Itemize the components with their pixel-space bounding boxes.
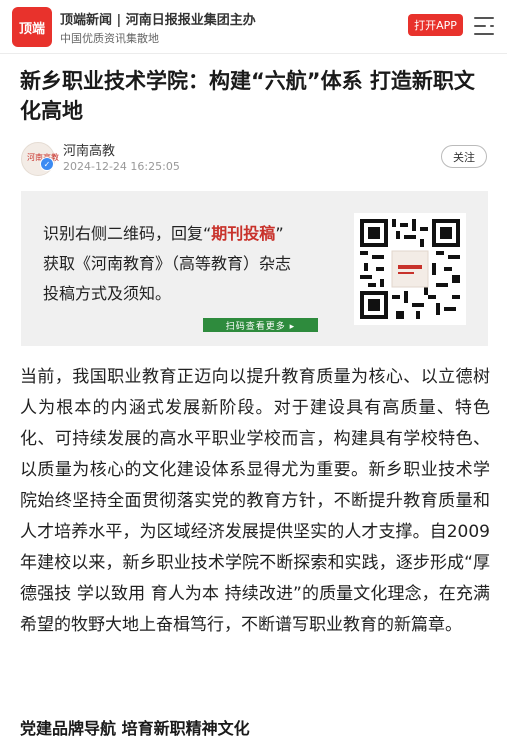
open-app-button[interactable]: 打开APP — [408, 14, 463, 36]
menu-icon[interactable] — [474, 17, 494, 35]
verified-badge-icon: ✓ — [40, 157, 54, 171]
top-header: 顶端 顶端新闻 | 河南日报报业集团主办 中国优质资讯集散地 打开APP — [0, 0, 507, 54]
section-heading: 党建品牌导航 培育新职精神文化 — [20, 719, 250, 738]
app-logo[interactable]: 顶端 — [12, 7, 52, 47]
logo-text: 顶端 — [18, 21, 45, 37]
banner-line-3: 投稿方式及须知。 — [43, 284, 172, 303]
brand-subtitle: 中国优质资讯集散地 — [60, 32, 159, 45]
article-paragraph: 当前，我国职业教育正迈向以提升教育质量为核心、以立德树人为根本的内涵式发展新阶段… — [20, 367, 490, 635]
article-title: 新乡职业技术学院：构建“六航”体系 打造新职文化高地 — [20, 69, 475, 123]
banner-highlight: 期刊投稿 — [211, 224, 276, 243]
promo-banner[interactable]: 识别右侧二维码，回复“期刊投稿” 获取《河南教育》（高等教育）杂志 投稿方式及须… — [21, 191, 488, 346]
brand-title: 顶端新闻 | 河南日报报业集团主办 — [60, 13, 256, 28]
author-name[interactable]: 河南高教 — [63, 140, 115, 159]
banner-line-2: 获取《河南教育》（高等教育）杂志 — [43, 254, 292, 273]
scan-more-button[interactable]: 扫码查看更多 ▸ — [203, 318, 318, 332]
publish-time: 2024-12-24 16:25:05 — [63, 160, 180, 173]
follow-button[interactable]: 关注 — [441, 145, 487, 168]
banner-text: 识别右侧二维码，回复“期刊投稿” 获取《河南教育》（高等教育）杂志 投稿方式及须… — [43, 219, 353, 309]
qr-code-image — [354, 213, 466, 325]
banner-line-1: 识别右侧二维码，回复“期刊投稿” — [43, 224, 284, 243]
